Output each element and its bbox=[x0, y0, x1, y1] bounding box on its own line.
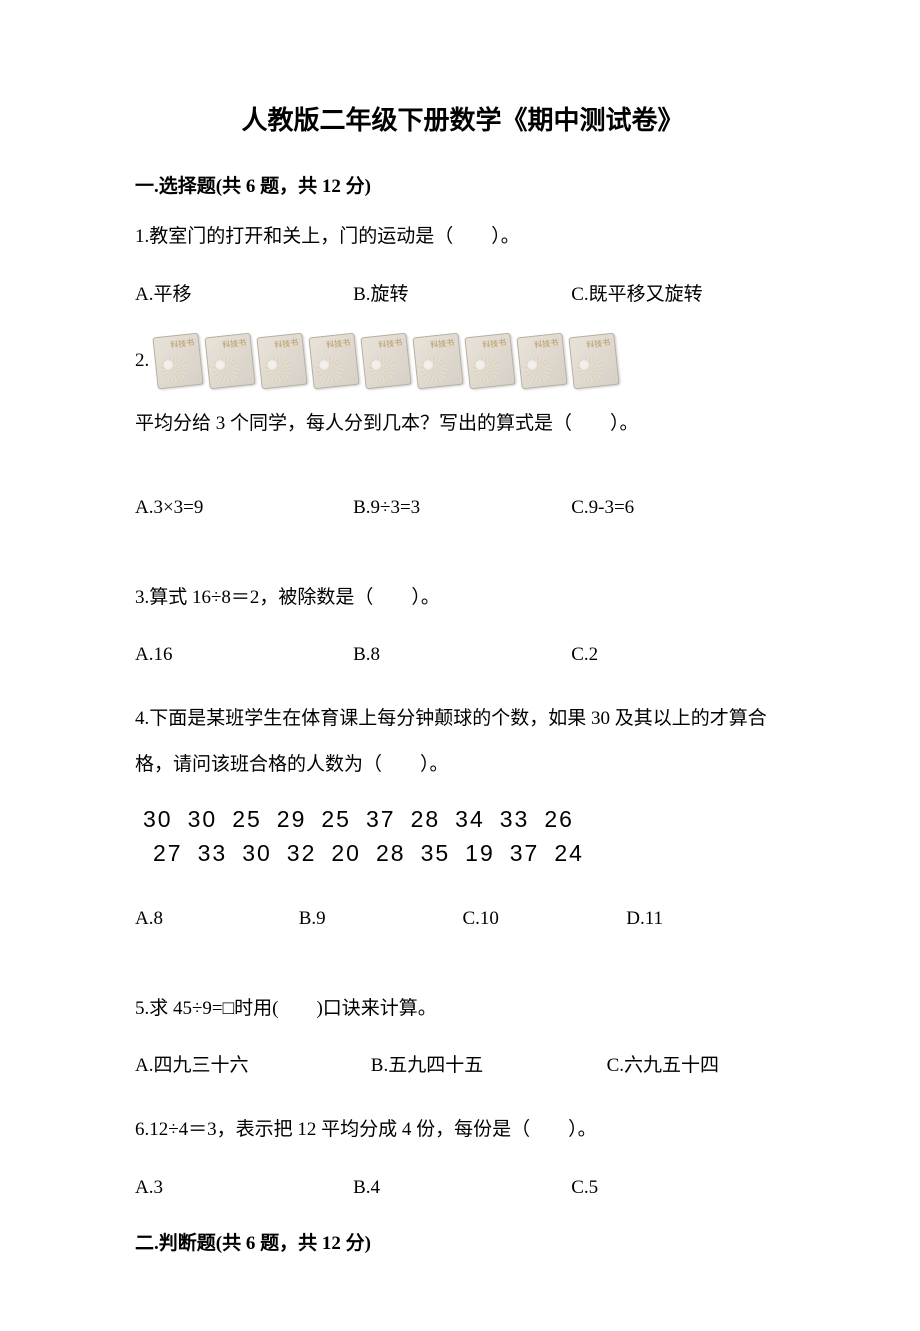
q4-option-b: B.9 bbox=[299, 898, 463, 940]
section-1-heading: 一.选择题(共 6 题，共 12 分) bbox=[135, 172, 790, 202]
q1-option-c: C.既平移又旋转 bbox=[571, 274, 789, 316]
book-icon: 科技书 bbox=[153, 333, 204, 390]
data-cell: 27 bbox=[153, 837, 183, 870]
q5-text: 5.求 45÷9=□时用( )口诀来计算。 bbox=[135, 986, 790, 1032]
data-cell: 37 bbox=[366, 803, 396, 836]
data-cell: 35 bbox=[421, 837, 451, 870]
q4-row-2: 27 33 30 32 20 28 35 19 37 24 bbox=[153, 837, 790, 870]
q3-option-c: C.2 bbox=[571, 634, 789, 676]
q1-text: 1.教室门的打开和关上，门的运动是（ ）。 bbox=[135, 214, 790, 260]
page-title: 人教版二年级下册数学《期中测试卷》 bbox=[135, 100, 790, 142]
q1-option-b: B.旋转 bbox=[353, 274, 571, 316]
data-cell: 25 bbox=[232, 803, 262, 836]
data-cell: 30 bbox=[143, 803, 173, 836]
section-2-heading: 二.判断题(共 6 题，共 12 分) bbox=[135, 1229, 790, 1259]
data-cell: 26 bbox=[544, 803, 574, 836]
data-cell: 20 bbox=[331, 837, 361, 870]
data-cell: 28 bbox=[376, 837, 406, 870]
q3-text: 3.算式 16÷8＝2，被除数是（ ）。 bbox=[135, 575, 790, 621]
book-icon: 科技书 bbox=[309, 333, 360, 390]
q4-option-a: A.8 bbox=[135, 898, 299, 940]
q4-option-c: C.10 bbox=[463, 898, 627, 940]
q2-option-b: B.9÷3=3 bbox=[353, 487, 571, 529]
data-cell: 33 bbox=[198, 837, 228, 870]
book-icon: 科技书 bbox=[361, 333, 412, 390]
q6-option-a: A.3 bbox=[135, 1167, 353, 1209]
book-icon: 科技书 bbox=[205, 333, 256, 390]
book-icon: 科技书 bbox=[569, 333, 620, 390]
q5-option-a: A.四九三十六 bbox=[135, 1045, 371, 1087]
book-icon: 科技书 bbox=[413, 333, 464, 390]
q1-option-a: A.平移 bbox=[135, 274, 353, 316]
q3-options: A.16 B.8 C.2 bbox=[135, 634, 790, 676]
data-cell: 19 bbox=[465, 837, 495, 870]
q6-options: A.3 B.4 C.5 bbox=[135, 1167, 790, 1209]
q5-option-c: C.六九五十四 bbox=[607, 1045, 790, 1087]
book-icon: 科技书 bbox=[257, 333, 308, 390]
q6-text: 6.12÷4＝3，表示把 12 平均分成 4 份，每份是（ ）。 bbox=[135, 1107, 790, 1153]
data-cell: 32 bbox=[287, 837, 317, 870]
q4-row-1: 30 30 25 29 25 37 28 34 33 26 bbox=[143, 803, 790, 836]
data-cell: 30 bbox=[188, 803, 218, 836]
q6-option-b: B.4 bbox=[353, 1167, 571, 1209]
q3-option-a: A.16 bbox=[135, 634, 353, 676]
q6-option-c: C.5 bbox=[571, 1167, 789, 1209]
data-cell: 29 bbox=[277, 803, 307, 836]
data-cell: 24 bbox=[554, 837, 584, 870]
q5-options: A.四九三十六 B.五九四十五 C.六九五十四 bbox=[135, 1045, 790, 1087]
data-cell: 25 bbox=[321, 803, 351, 836]
q2-option-a: A.3×3=9 bbox=[135, 487, 353, 529]
data-cell: 33 bbox=[500, 803, 530, 836]
book-icon: 科技书 bbox=[465, 333, 516, 390]
q2-options: A.3×3=9 B.9÷3=3 C.9-3=6 bbox=[135, 487, 790, 529]
data-cell: 28 bbox=[411, 803, 441, 836]
q2-prefix: 2. bbox=[135, 346, 149, 376]
q3-option-b: B.8 bbox=[353, 634, 571, 676]
data-cell: 37 bbox=[510, 837, 540, 870]
book-icon: 科技书 bbox=[517, 333, 568, 390]
data-cell: 34 bbox=[455, 803, 485, 836]
q2-text: 平均分给 3 个同学，每人分到几本？写出的算式是（ ）。 bbox=[135, 401, 790, 447]
q4-options: A.8 B.9 C.10 D.11 bbox=[135, 898, 790, 940]
q4-data-grid: 30 30 25 29 25 37 28 34 33 26 27 33 30 3… bbox=[143, 803, 790, 870]
q4-option-d: D.11 bbox=[626, 898, 790, 940]
q1-options: A.平移 B.旋转 C.既平移又旋转 bbox=[135, 274, 790, 316]
q2-option-c: C.9-3=6 bbox=[571, 487, 789, 529]
data-cell: 30 bbox=[242, 837, 272, 870]
q2-books-row: 2. 科技书 科技书 科技书 科技书 科技书 科技书 科技书 科技书 科技书 bbox=[135, 335, 790, 387]
q5-option-b: B.五九四十五 bbox=[371, 1045, 607, 1087]
q4-text: 4.下面是某班学生在体育课上每分钟颠球的个数，如果 30 及其以上的才算合格，请… bbox=[135, 696, 790, 787]
